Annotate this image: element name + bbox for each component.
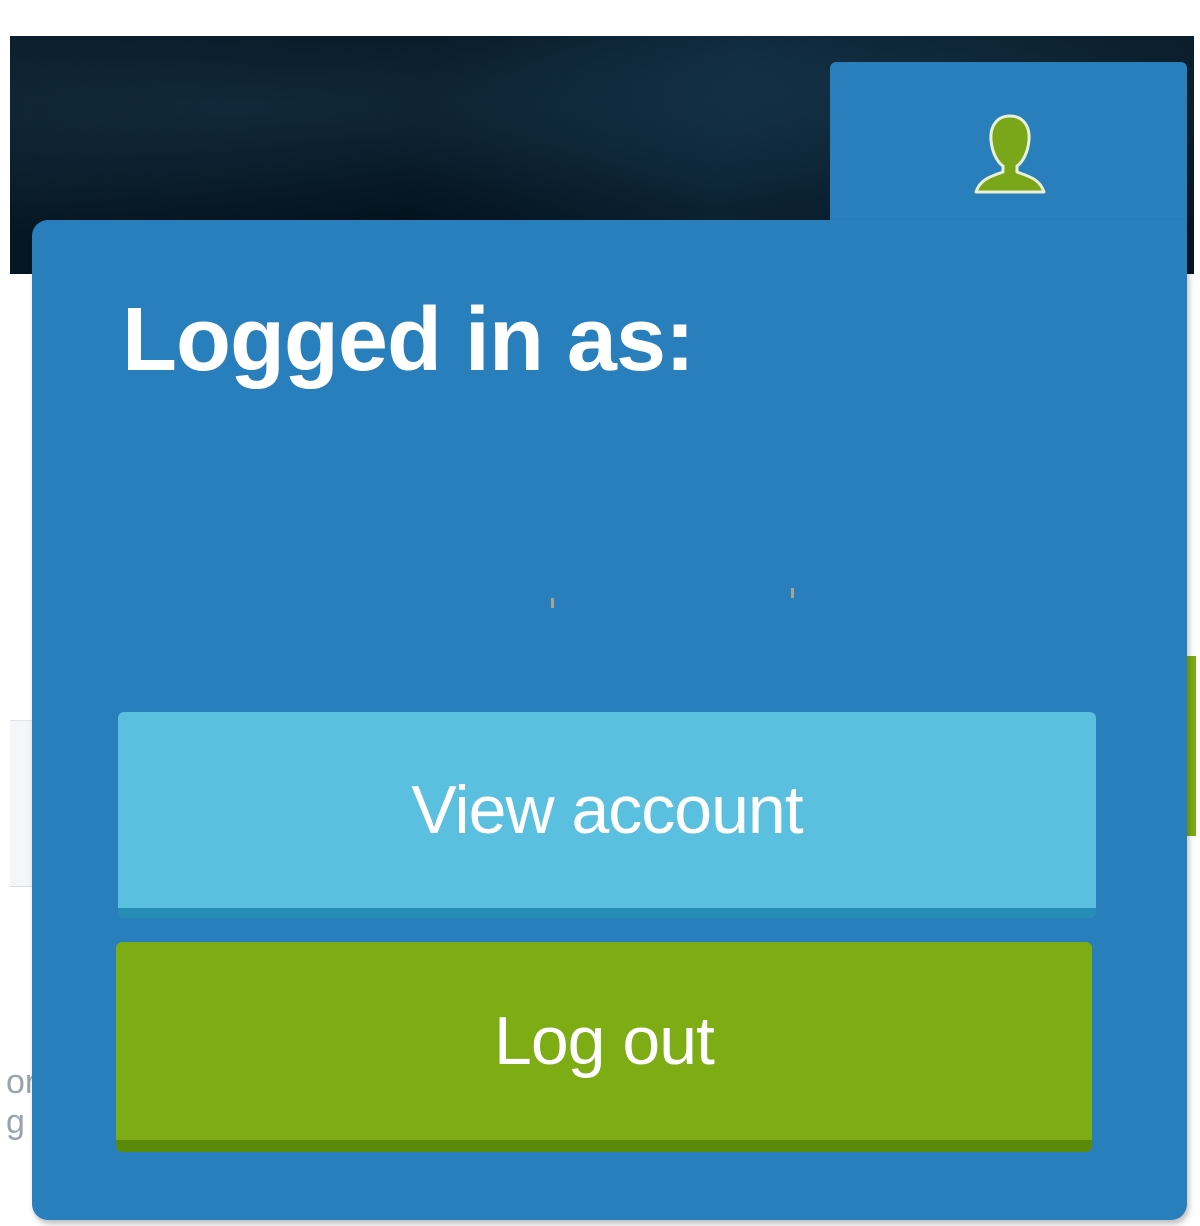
account-dropdown-panel: Logged in as: View account Log out	[32, 220, 1187, 1220]
text-speck	[551, 598, 554, 608]
text-speck	[791, 588, 794, 598]
view-account-button[interactable]: View account	[118, 712, 1096, 918]
logout-button[interactable]: Log out	[116, 942, 1092, 1152]
logged-in-label: Logged in as:	[122, 290, 695, 390]
user-icon	[970, 112, 1050, 196]
page: or g Logged in as: View account Log out	[0, 0, 1200, 1226]
